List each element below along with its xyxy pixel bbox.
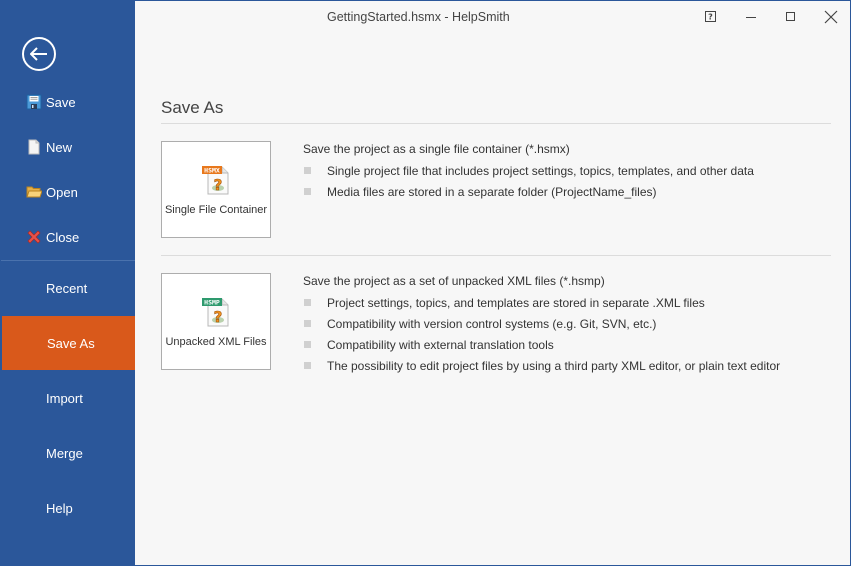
help-button[interactable]: ? bbox=[696, 4, 726, 30]
maximize-icon bbox=[786, 12, 795, 21]
sidebar-command-label: Save bbox=[46, 94, 76, 110]
tile-label: Unpacked XML Files bbox=[165, 336, 267, 348]
feature-item: The possibility to edit project files by… bbox=[303, 355, 780, 376]
sidebar-command-label: Close bbox=[46, 229, 80, 245]
floppy-disk-icon bbox=[26, 94, 42, 110]
svg-text:?: ? bbox=[214, 176, 223, 194]
sidebar-command-new[interactable]: New bbox=[1, 133, 135, 161]
sidebar-tab-help[interactable]: Help bbox=[1, 481, 135, 535]
minimize-button[interactable] bbox=[736, 4, 766, 30]
sidebar-command-close[interactable]: Close bbox=[1, 223, 135, 251]
svg-text:?: ? bbox=[214, 308, 223, 326]
sidebar-command-save[interactable]: Save bbox=[1, 88, 135, 116]
bullet-square-icon bbox=[304, 341, 311, 348]
bullet-square-icon bbox=[304, 299, 311, 306]
sidebar-command-open[interactable]: Open bbox=[1, 178, 135, 206]
feature-text: Single project file that includes projec… bbox=[327, 163, 754, 178]
sidebar-tab-label: Recent bbox=[46, 280, 88, 296]
minimize-icon bbox=[746, 17, 756, 18]
sidebar-tab-label: Import bbox=[46, 390, 83, 406]
help-icon: ? bbox=[705, 11, 716, 22]
feature-item: Compatibility with external translation … bbox=[303, 334, 780, 355]
open-folder-icon bbox=[26, 184, 43, 200]
hsmp-file-icon: HSMP ? bbox=[200, 296, 232, 328]
back-button[interactable] bbox=[22, 37, 56, 71]
bullet-square-icon bbox=[304, 188, 311, 195]
sidebar-tab-save-as[interactable]: Save As bbox=[2, 316, 135, 370]
sidebar-command-label: New bbox=[46, 139, 73, 155]
unpacked-xml-files-button[interactable]: HSMP ? Unpacked XML Files bbox=[161, 273, 271, 370]
sidebar-tab-label: Merge bbox=[46, 445, 83, 461]
sidebar-tab-label: Help bbox=[46, 500, 73, 516]
bullet-square-icon bbox=[304, 320, 311, 327]
hsmx-file-icon: HSMX ? bbox=[200, 164, 232, 196]
icon-badge-text: HSMP bbox=[204, 299, 220, 307]
feature-item: Single project file that includes projec… bbox=[303, 160, 754, 181]
maximize-button[interactable] bbox=[776, 4, 806, 30]
option-description: Save the project as a single file contai… bbox=[303, 142, 570, 156]
feature-text: The possibility to edit project files by… bbox=[327, 358, 781, 373]
feature-text: Compatibility with version control syste… bbox=[327, 316, 657, 331]
new-document-icon bbox=[26, 139, 42, 155]
feature-text: Project settings, topics, and templates … bbox=[327, 295, 705, 310]
backstage-sidebar: Save New Open Close Recent Save As Impor… bbox=[1, 1, 135, 566]
bullet-square-icon bbox=[304, 167, 311, 174]
title-divider bbox=[161, 123, 831, 124]
sidebar-command-label: Open bbox=[46, 184, 78, 200]
feature-text: Media files are stored in a separate fol… bbox=[327, 184, 657, 199]
option-description: Save the project as a set of unpacked XM… bbox=[303, 274, 605, 288]
sidebar-tab-label: Save As bbox=[47, 335, 95, 351]
feature-item: Media files are stored in a separate fol… bbox=[303, 181, 754, 202]
feature-item: Project settings, topics, and templates … bbox=[303, 292, 780, 313]
sidebar-tab-import[interactable]: Import bbox=[1, 371, 135, 425]
back-arrow-icon bbox=[30, 47, 47, 61]
feature-text: Compatibility with external translation … bbox=[327, 337, 554, 352]
sidebar-tab-recent[interactable]: Recent bbox=[1, 261, 135, 315]
option-feature-list: Project settings, topics, and templates … bbox=[303, 292, 780, 376]
window-title: GettingStarted.hsmx - HelpSmith bbox=[327, 10, 510, 24]
close-icon bbox=[824, 10, 838, 24]
bullet-square-icon bbox=[304, 362, 311, 369]
feature-item: Compatibility with version control syste… bbox=[303, 313, 780, 334]
tile-label: Single File Container bbox=[164, 204, 268, 216]
option-divider bbox=[161, 255, 831, 256]
svg-text:?: ? bbox=[708, 13, 713, 22]
page-title: Save As bbox=[161, 98, 224, 117]
red-x-icon bbox=[26, 229, 42, 245]
sidebar-tab-merge[interactable]: Merge bbox=[1, 426, 135, 480]
icon-badge-text: HSMX bbox=[204, 167, 220, 175]
single-file-container-button[interactable]: HSMX ? Single File Container bbox=[161, 141, 271, 238]
close-button[interactable] bbox=[816, 4, 846, 30]
helpsmith-window: Save New Open Close Recent Save As Impor… bbox=[0, 0, 851, 566]
option-feature-list: Single project file that includes projec… bbox=[303, 160, 754, 202]
